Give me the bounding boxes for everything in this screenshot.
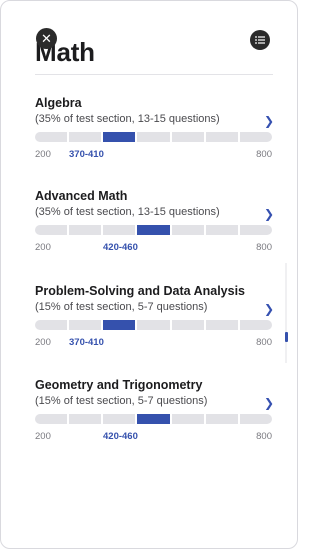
close-button[interactable]: ✕ [36, 28, 57, 49]
bar-segment [137, 414, 170, 424]
bar-segment [171, 225, 204, 235]
score-range-bar [35, 414, 272, 424]
bar-segment [103, 320, 136, 330]
chevron-right-icon[interactable]: ❯ [264, 114, 274, 128]
scale-max-label: 800 [256, 431, 272, 442]
bar-segment [171, 414, 204, 424]
score-scale: 200 370-410 800 [35, 149, 272, 161]
chevron-right-icon[interactable]: ❯ [264, 207, 274, 221]
bar-segment [69, 225, 102, 235]
scale-min-label: 200 [35, 337, 51, 348]
section-geometry-trigonometry[interactable]: Geometry and Trigonometry (15% of test s… [35, 378, 279, 442]
bar-segment [171, 132, 204, 142]
section-description: (15% of test section, 5-7 questions) [35, 301, 208, 313]
bar-segment [35, 320, 68, 330]
section-name: Geometry and Trigonometry [35, 378, 203, 392]
bar-segment [35, 414, 68, 424]
menu-button[interactable] [250, 30, 270, 50]
scale-max-label: 800 [256, 337, 272, 348]
section-algebra[interactable]: Algebra (35% of test section, 13-15 ques… [35, 96, 279, 160]
close-icon: ✕ [41, 31, 52, 46]
score-range-bar [35, 320, 272, 330]
bar-segment [205, 320, 238, 330]
score-range-bar [35, 225, 272, 235]
bar-segment [239, 320, 272, 330]
bar-segment [137, 225, 170, 235]
bar-segment [35, 225, 68, 235]
bar-segment [69, 414, 102, 424]
section-description: (35% of test section, 13-15 questions) [35, 206, 220, 218]
section-name: Advanced Math [35, 189, 128, 203]
score-range-bar [35, 132, 272, 142]
scale-max-label: 800 [256, 149, 272, 160]
list-icon [255, 36, 265, 44]
bar-segment [205, 225, 238, 235]
bar-segment [239, 414, 272, 424]
scale-max-label: 800 [256, 242, 272, 253]
scrollbar-track[interactable] [285, 263, 287, 363]
bar-segment [171, 320, 204, 330]
divider [35, 74, 273, 75]
bar-segment [137, 132, 170, 142]
chevron-right-icon[interactable]: ❯ [264, 396, 274, 410]
score-scale: 200 420-460 800 [35, 242, 272, 254]
scale-min-label: 200 [35, 431, 51, 442]
score-details-panel: ✕ Math Algebra (35% of test section, 13-… [0, 0, 298, 549]
score-range-label: 370-410 [69, 337, 104, 348]
section-description: (15% of test section, 5-7 questions) [35, 395, 208, 407]
score-scale: 200 370-410 800 [35, 337, 272, 349]
section-name: Algebra [35, 96, 82, 110]
bar-segment [35, 132, 68, 142]
bar-segment [239, 225, 272, 235]
section-advanced-math[interactable]: Advanced Math (35% of test section, 13-1… [35, 189, 279, 253]
bar-segment [103, 414, 136, 424]
section-description: (35% of test section, 13-15 questions) [35, 113, 220, 125]
scale-min-label: 200 [35, 242, 51, 253]
section-problem-solving[interactable]: Problem-Solving and Data Analysis (15% o… [35, 284, 279, 348]
scrollbar-thumb[interactable] [285, 332, 288, 342]
score-range-label: 420-460 [103, 242, 138, 253]
bar-segment [205, 414, 238, 424]
bar-segment [103, 225, 136, 235]
bar-segment [205, 132, 238, 142]
bar-segment [239, 132, 272, 142]
score-range-label: 370-410 [69, 149, 104, 160]
bar-segment [103, 132, 136, 142]
score-scale: 200 420-460 800 [35, 431, 272, 443]
section-name: Problem-Solving and Data Analysis [35, 284, 246, 298]
bar-segment [69, 132, 102, 142]
scale-min-label: 200 [35, 149, 51, 160]
score-range-label: 420-460 [103, 431, 138, 442]
bar-segment [137, 320, 170, 330]
bar-segment [69, 320, 102, 330]
chevron-right-icon[interactable]: ❯ [264, 302, 274, 316]
